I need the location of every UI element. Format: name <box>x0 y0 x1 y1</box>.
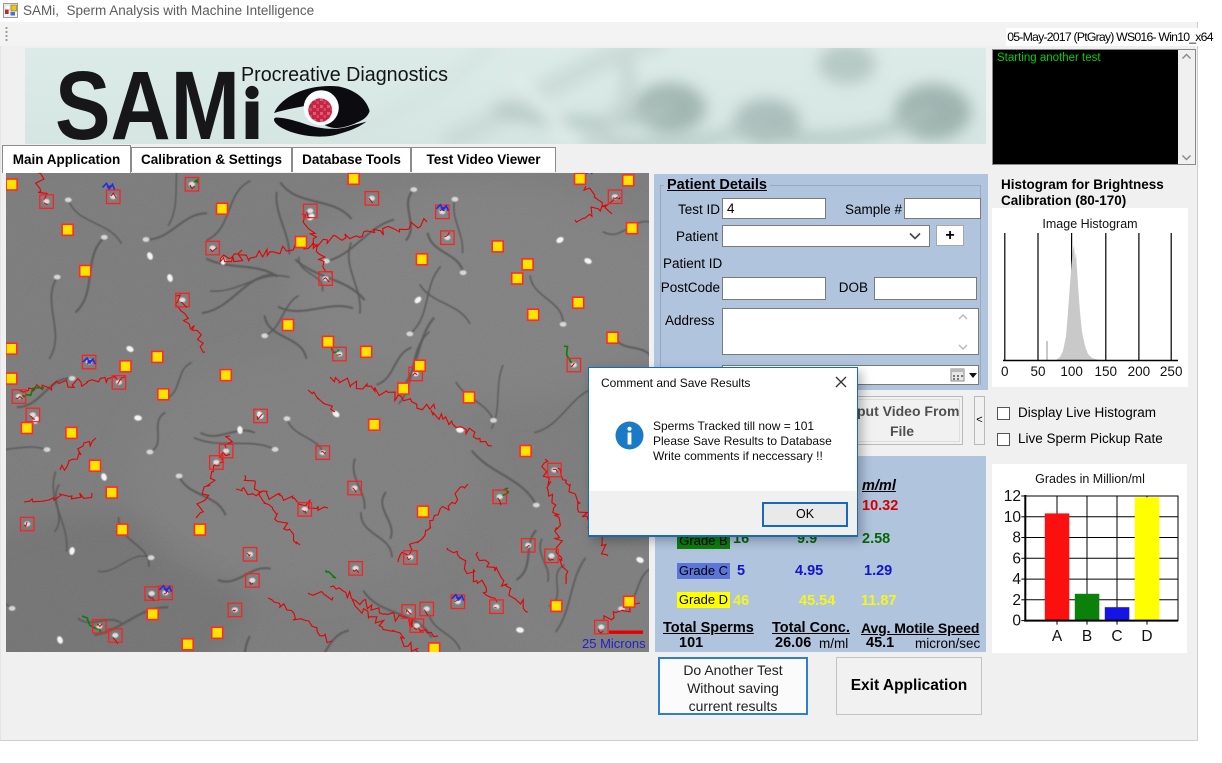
svg-text:6: 6 <box>1012 550 1021 567</box>
svg-text:50: 50 <box>1030 364 1045 379</box>
svg-text:A: A <box>1052 628 1063 645</box>
svg-text:2: 2 <box>1012 592 1021 609</box>
svg-text:200: 200 <box>1128 364 1151 379</box>
svg-text:Grades in Million/ml: Grades in Million/ml <box>1035 472 1145 486</box>
svg-text:4: 4 <box>1012 571 1021 588</box>
svg-text:Procreative Diagnostics: Procreative Diagnostics <box>241 64 448 86</box>
svg-text:0: 0 <box>1001 364 1009 379</box>
svg-text:25 Microns: 25 Microns <box>582 636 646 651</box>
svg-text:Image Histogram: Image Histogram <box>1042 217 1137 231</box>
svg-text:C: C <box>1111 628 1122 645</box>
svg-text:100: 100 <box>1060 364 1083 379</box>
svg-text:D: D <box>1141 628 1152 645</box>
svg-text:150: 150 <box>1095 364 1118 379</box>
svg-text:SAM: SAM <box>55 51 240 144</box>
svg-text:12: 12 <box>1004 488 1021 505</box>
svg-text:10: 10 <box>1004 509 1022 526</box>
svg-text:0: 0 <box>1012 613 1021 630</box>
svg-text:B: B <box>1082 628 1092 645</box>
svg-text:8: 8 <box>1012 530 1021 547</box>
svg-text:250: 250 <box>1160 364 1183 379</box>
